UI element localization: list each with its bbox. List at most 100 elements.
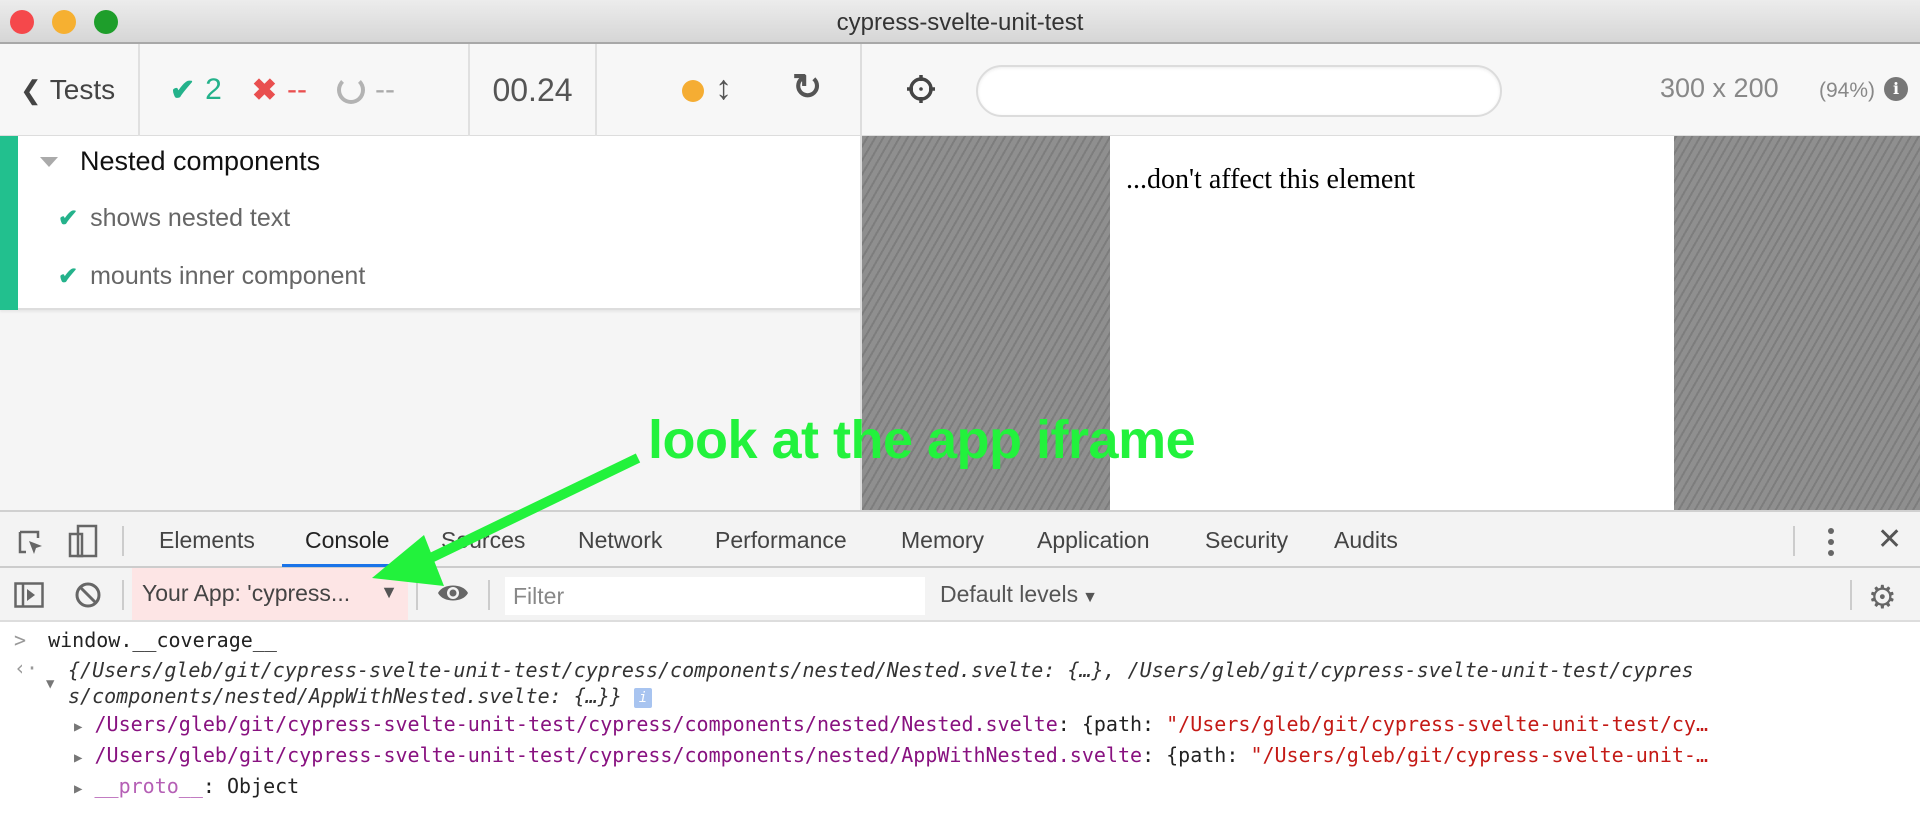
pending-count: -- xyxy=(374,73,395,106)
pending-circle-icon xyxy=(336,76,365,104)
dropdown-triangle-icon: ▼ xyxy=(1082,589,1098,606)
passed-stat: ✔ 2 xyxy=(170,73,222,108)
passed-count: 2 xyxy=(205,73,222,106)
auto-scroll-indicator-icon xyxy=(682,80,704,102)
annotation-text: look at the app iframe xyxy=(648,410,1196,470)
result-summary-line2: s/components/nested/AppWithNested.svelte… xyxy=(68,684,652,708)
result-arrow-icon: ‹· xyxy=(14,656,39,680)
context-label: Your App: 'cypress... xyxy=(142,580,351,606)
result-summary-text: s/components/nested/AppWithNested.svelte… xyxy=(68,684,622,708)
test-item[interactable]: ✔ shows nested text xyxy=(58,204,290,233)
divider xyxy=(1793,526,1795,556)
test-title: shows nested text xyxy=(90,204,291,232)
entry-value: "/Users/gleb/git/cypress-svelte-unit-… xyxy=(1250,743,1708,767)
reporter-header: ❮ Tests ✔ 2 ✖ -- -- 00.24 ↕ ↻ xyxy=(0,44,860,136)
entry-separator: : {path: xyxy=(1057,712,1167,736)
info-icon[interactable]: i xyxy=(1884,77,1908,101)
tab-application[interactable]: Application xyxy=(1037,527,1150,554)
test-stats: ✔ 2 ✖ -- -- xyxy=(140,44,470,136)
tab-audits[interactable]: Audits xyxy=(1334,527,1398,554)
filter-input[interactable] xyxy=(505,577,925,615)
back-label: Tests xyxy=(49,74,116,105)
entry-key: /Users/gleb/git/cypress-svelte-unit-test… xyxy=(94,712,1058,736)
window-title: cypress-svelte-unit-test xyxy=(836,9,1084,36)
info-badge-icon[interactable]: i xyxy=(633,687,652,708)
rerun-tests-icon[interactable]: ↻ xyxy=(792,66,822,108)
console-toolbar: Your App: 'cypress... ▼ Default levels▼ … xyxy=(0,568,1920,622)
devtools-panel: Elements Console Sources Network Perform… xyxy=(0,510,1920,818)
tab-sources[interactable]: Sources xyxy=(441,527,525,554)
viewport-size: 300 x 200 xyxy=(1660,73,1779,103)
console-entry[interactable]: ▶ /Users/gleb/git/cypress-svelte-unit-te… xyxy=(74,743,1708,767)
aut-header: 300 x 200 (94%) i xyxy=(860,44,1920,136)
context-selector[interactable]: Your App: 'cypress... ▼ xyxy=(132,568,408,620)
console-proto-entry[interactable]: ▶ __proto__: Object xyxy=(74,774,299,798)
divider xyxy=(416,580,418,610)
eye-icon[interactable] xyxy=(437,581,469,605)
back-to-tests-button[interactable]: ❮ Tests xyxy=(0,44,140,136)
suite: Nested components ✔ shows nested text ✔ … xyxy=(0,136,860,310)
prompt-icon: > xyxy=(14,628,27,652)
tab-elements[interactable]: Elements xyxy=(159,527,255,554)
entry-key: /Users/gleb/git/cypress-svelte-unit-test… xyxy=(94,743,1143,767)
console-result-line[interactable]: ‹· xyxy=(14,656,38,680)
console-input-line: > window.__coverage__ xyxy=(14,628,277,652)
result-summary-line1: {/Users/gleb/git/cypress-svelte-unit-tes… xyxy=(68,658,1694,682)
devtools-tabbar: Elements Console Sources Network Perform… xyxy=(0,512,1920,568)
close-devtools-icon[interactable]: ✕ xyxy=(1877,522,1902,557)
viewport-scale: (94%) xyxy=(1819,79,1876,102)
clear-console-icon[interactable] xyxy=(74,581,102,609)
suite-status-bar xyxy=(0,136,18,310)
proto-key: __proto__ xyxy=(94,774,203,798)
test-item[interactable]: ✔ mounts inner component xyxy=(58,262,365,291)
suite-title-text: Nested components xyxy=(80,146,321,176)
tab-performance[interactable]: Performance xyxy=(715,527,847,554)
gear-icon[interactable]: ⚙ xyxy=(1868,578,1897,616)
chevron-left-icon: ❮ xyxy=(20,74,42,105)
log-levels-dropdown[interactable]: Default levels ▼ xyxy=(940,581,1098,608)
toggle-auto-scroll-icon[interactable]: ↕ xyxy=(715,69,732,108)
divider xyxy=(1850,580,1852,610)
tab-security[interactable]: Security xyxy=(1205,527,1288,554)
url-display[interactable] xyxy=(976,65,1502,117)
title-bar: cypress-svelte-unit-test xyxy=(0,0,1920,44)
show-sidebar-icon[interactable] xyxy=(14,582,44,608)
failed-count: -- xyxy=(286,73,307,106)
check-icon: ✔ xyxy=(58,263,79,290)
tab-network[interactable]: Network xyxy=(578,527,662,554)
inspect-element-icon[interactable] xyxy=(16,528,46,558)
triangle-right-icon: ▶ xyxy=(74,781,83,797)
failed-stat: ✖ -- xyxy=(252,73,307,108)
selector-playground-icon[interactable] xyxy=(904,72,938,106)
entry-separator: : {path: xyxy=(1142,743,1251,767)
dropdown-triangle-icon: ▼ xyxy=(380,582,398,602)
x-icon: ✖ xyxy=(251,73,277,107)
triangle-right-icon: ▶ xyxy=(74,750,83,766)
divider xyxy=(122,580,124,610)
pending-stat: -- xyxy=(336,73,395,107)
console-output: > window.__coverage__ ‹· ▼ {/Users/gleb/… xyxy=(0,624,1920,820)
tab-console[interactable]: Console xyxy=(305,527,389,554)
caret-down-icon xyxy=(40,156,58,167)
tab-memory[interactable]: Memory xyxy=(901,527,984,554)
more-options-icon[interactable] xyxy=(1828,528,1836,558)
triangle-down-icon: ▼ xyxy=(46,676,55,692)
app-window: cypress-svelte-unit-test ❮ Tests ✔ 2 ✖ -… xyxy=(0,0,1920,818)
entry-value: "/Users/gleb/git/cypress-svelte-unit-tes… xyxy=(1166,712,1708,736)
log-levels-label: Default levels xyxy=(940,581,1079,607)
expand-result-toggle[interactable]: ▼ xyxy=(46,669,54,693)
check-icon: ✔ xyxy=(170,73,196,107)
app-text: ...don't affect this element xyxy=(1126,164,1416,195)
check-icon: ✔ xyxy=(58,205,79,232)
device-toolbar-icon[interactable] xyxy=(68,524,100,558)
active-tab-indicator xyxy=(282,564,392,567)
triangle-right-icon: ▶ xyxy=(74,719,83,735)
proto-value: : Object xyxy=(202,774,300,798)
duration: 00.24 xyxy=(470,44,597,136)
console-entry[interactable]: ▶ /Users/gleb/git/cypress-svelte-unit-te… xyxy=(74,712,1708,736)
suite-title[interactable]: Nested components xyxy=(40,146,320,177)
test-title: mounts inner component xyxy=(90,262,366,290)
divider xyxy=(122,526,124,556)
reporter-controls: ↕ ↻ xyxy=(597,44,860,136)
console-input-text: window.__coverage__ xyxy=(48,628,277,652)
